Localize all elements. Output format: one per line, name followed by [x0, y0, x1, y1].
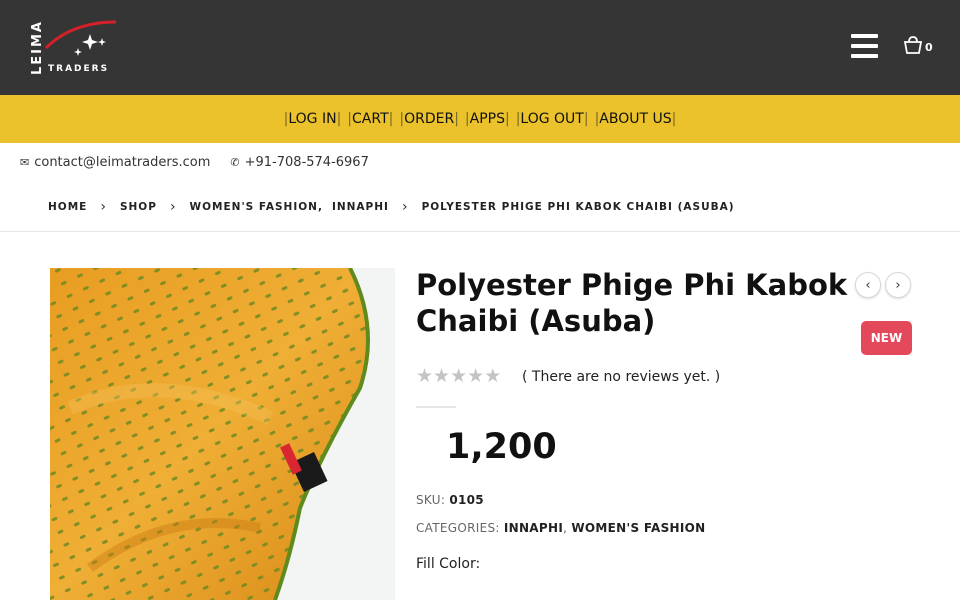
new-badge: NEW: [861, 321, 912, 355]
whatsapp-icon: ✆: [230, 156, 240, 169]
chevron-right-icon: ›: [169, 199, 177, 215]
contact-bar: ✉ contact@leimatraders.com ✆ +91-708-574…: [20, 155, 369, 170]
divider: [416, 406, 456, 408]
envelope-icon: ✉: [20, 156, 30, 169]
nav-log-in[interactable]: | LOG IN |: [284, 111, 342, 127]
category-link-innaphi[interactable]: INNAPHI: [504, 521, 563, 535]
breadcrumb-home[interactable]: HOME: [48, 201, 87, 213]
product-image[interactable]: [50, 268, 395, 600]
nav-about-us[interactable]: | ABOUT US |: [595, 111, 677, 127]
hamburger-menu-icon[interactable]: [851, 34, 878, 58]
main-nav: | LOG IN | | CART | | ORDER | | APPS | | LOG OUT |…: [0, 95, 960, 143]
contact-email[interactable]: contact@leimatraders.com: [34, 155, 210, 170]
chevron-left-icon: ‹: [865, 277, 871, 293]
product-price: 1,200: [446, 427, 557, 467]
logo-subtitle: TRADERS: [48, 64, 110, 74]
reviews-link[interactable]: ( There are no reviews yet. ): [522, 369, 720, 385]
product-categories: CATEGORIES: INNAPHI, WOMEN'S FASHION: [416, 521, 706, 535]
breadcrumb-current: POLYESTER PHIGE PHI KABOK CHAIBI (ASUBA): [421, 201, 735, 213]
fill-color-label: Fill Color:: [416, 556, 481, 572]
star-icon: ★: [484, 365, 502, 387]
rating-stars: ★ ★ ★ ★ ★: [416, 366, 501, 386]
sku-value: 0105: [449, 493, 484, 507]
chevron-right-icon: ›: [401, 199, 409, 215]
star-icon: ★: [467, 365, 485, 387]
shopping-bag-icon[interactable]: [903, 36, 923, 54]
next-product-button[interactable]: ›: [885, 272, 911, 298]
chevron-right-icon: ›: [895, 277, 901, 293]
cart-count[interactable]: 0: [925, 41, 933, 54]
nav-log-out[interactable]: | LOG OUT |: [516, 111, 589, 127]
star-icon: ★: [450, 365, 468, 387]
star-icon: ★: [433, 365, 451, 387]
prev-product-button[interactable]: ‹: [855, 272, 881, 298]
product-sku: SKU: 0105: [416, 493, 484, 507]
chevron-right-icon: ›: [100, 199, 107, 215]
logo-swoosh-icon: [44, 20, 117, 56]
divider: [0, 231, 960, 232]
product-title: Polyester Phige Phi Kabok Chaibi (Asuba): [416, 268, 848, 338]
contact-phone[interactable]: +91-708-574-6967: [245, 155, 369, 170]
breadcrumb-shop[interactable]: SHOP: [120, 201, 157, 213]
nav-cart[interactable]: | CART |: [347, 111, 393, 127]
site-logo[interactable]: LEIMA TRADERS: [28, 18, 120, 76]
breadcrumb-category-womens-fashion[interactable]: WOMEN'S FASHION,: [190, 201, 323, 213]
star-icon: ★: [416, 365, 434, 387]
nav-apps[interactable]: | APPS |: [465, 111, 510, 127]
site-header: LEIMA TRADERS 0: [0, 0, 960, 95]
breadcrumb-category-innaphi[interactable]: INNAPHI: [332, 201, 389, 213]
category-link-womens-fashion[interactable]: WOMEN'S FASHION: [571, 521, 705, 535]
nav-order[interactable]: | ORDER |: [399, 111, 459, 127]
breadcrumb: HOME › SHOP › WOMEN'S FASHION, INNAPHI ›…: [48, 199, 735, 215]
